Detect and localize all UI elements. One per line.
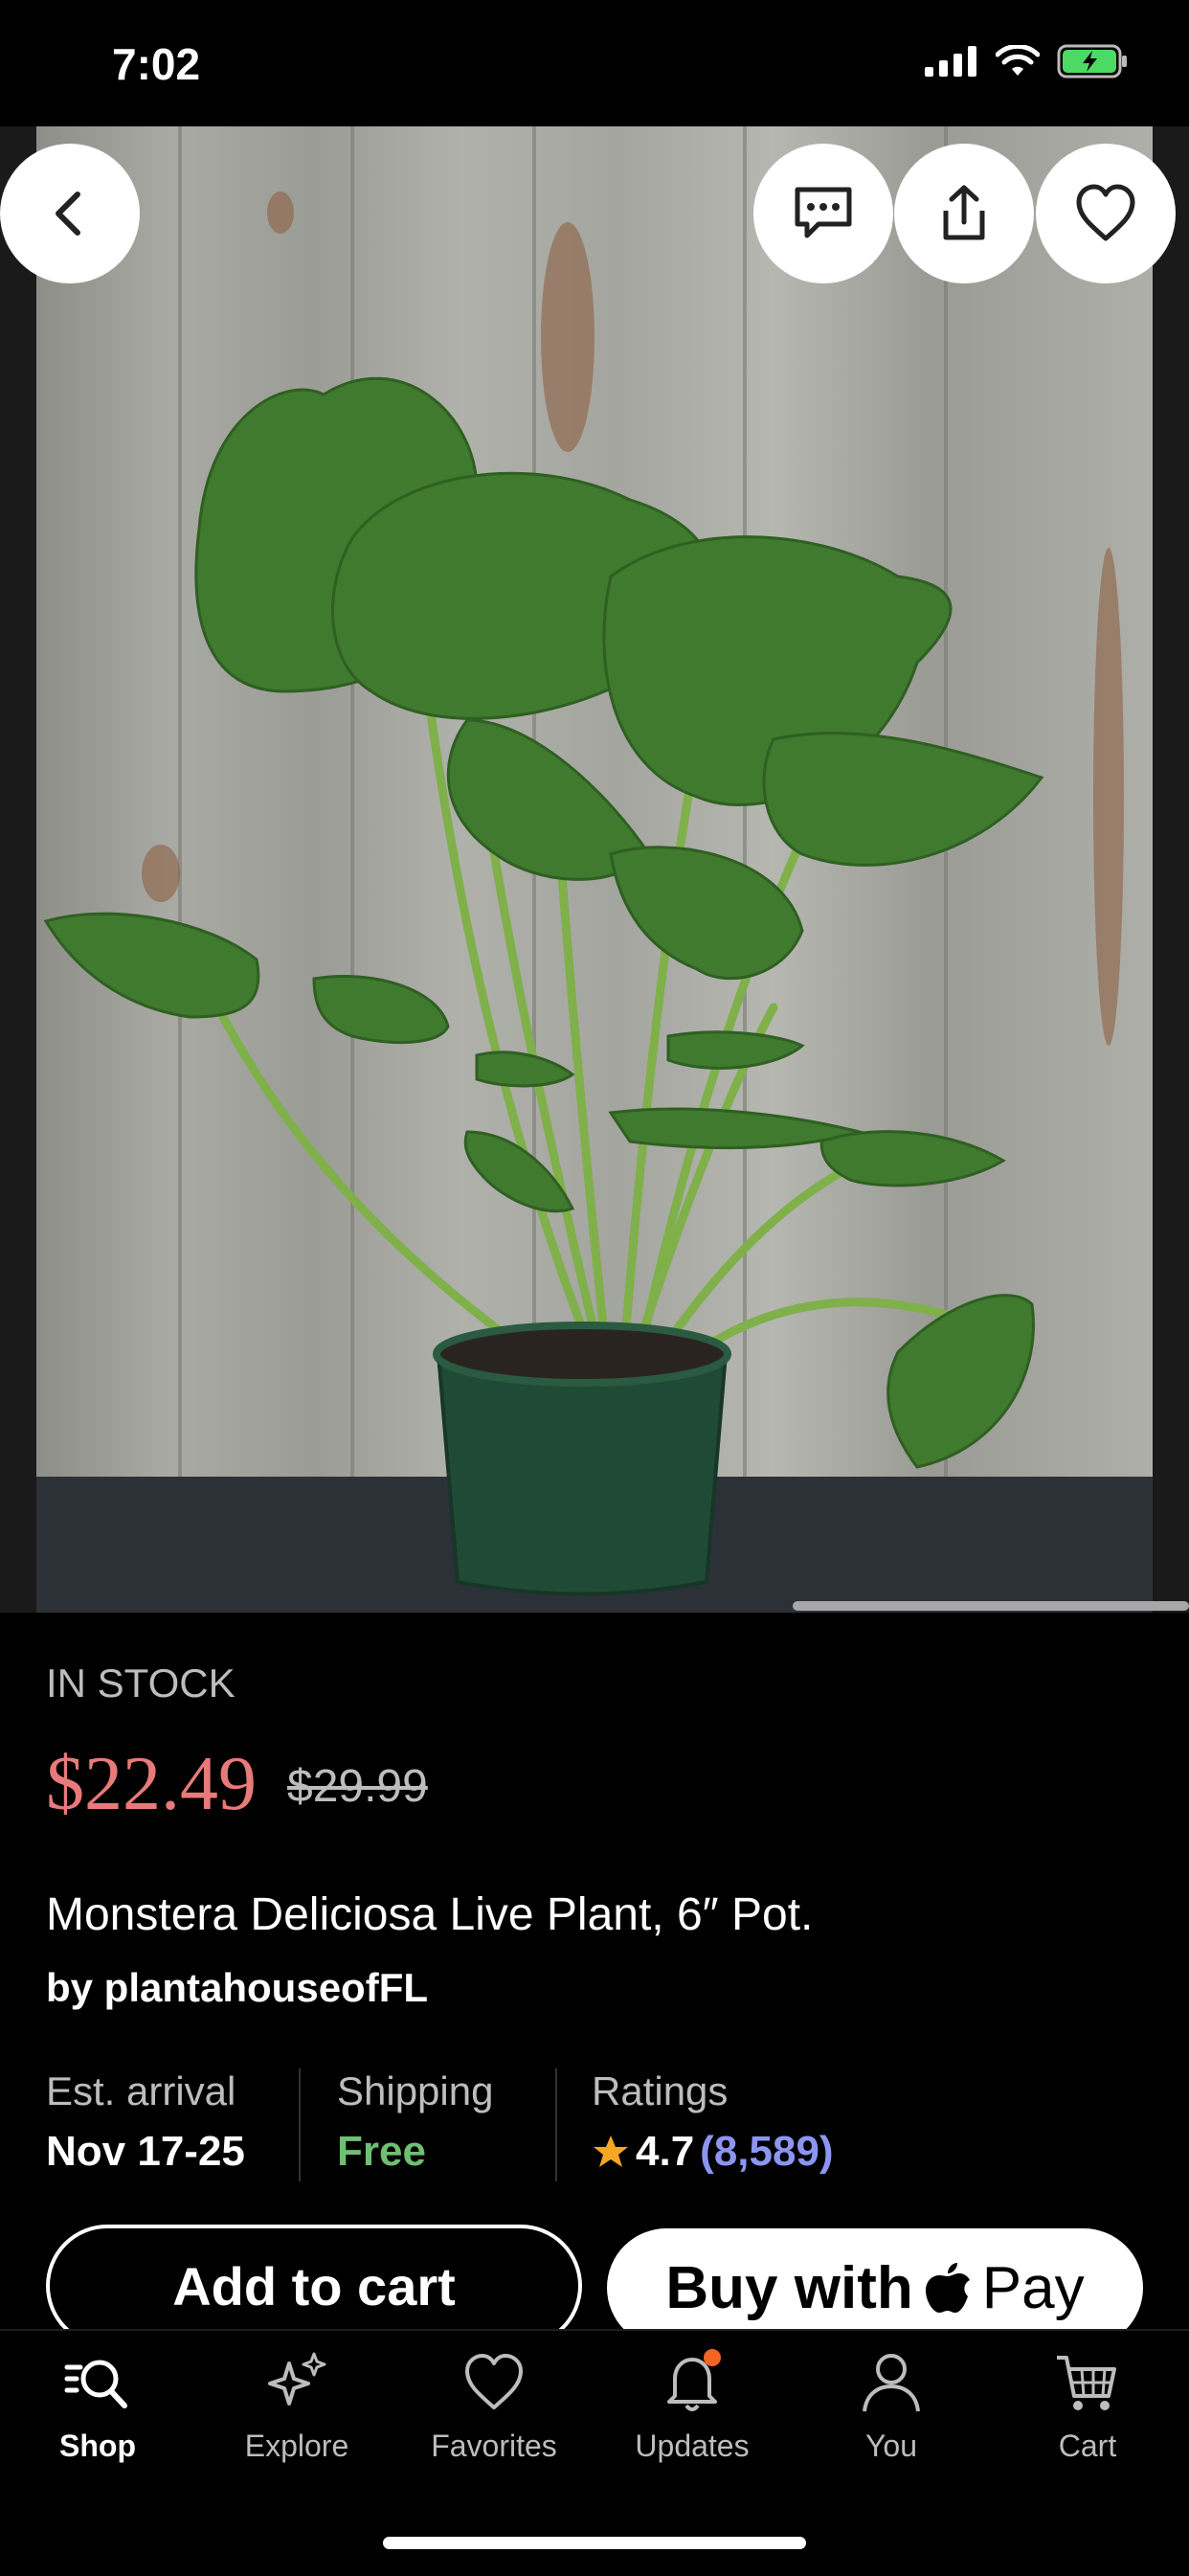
cart-icon (1057, 2356, 1116, 2410)
divider (299, 2068, 301, 2181)
tab-label: Favorites (431, 2429, 557, 2463)
image-gutter-left (0, 126, 36, 1613)
bell-icon (667, 2349, 721, 2411)
sparkle-icon (268, 2352, 326, 2406)
product-title: Monstera Deliciosa Live Plant, 6″ Pot. (46, 1889, 814, 1940)
tab-updates[interactable]: Updates (606, 2348, 778, 2464)
tab-label: You (865, 2429, 917, 2463)
apple-logo-icon (925, 2263, 970, 2313)
search-list-icon (64, 2360, 127, 2408)
home-indicator[interactable] (383, 2537, 806, 2549)
original-price: $29.99 (287, 1761, 428, 1812)
sale-price: $22.49 (46, 1742, 257, 1826)
tab-label: Explore (244, 2429, 349, 2463)
buy-with-label: Buy with (665, 2254, 913, 2321)
stock-status: IN STOCK (46, 1661, 236, 1706)
tab-explore[interactable]: Explore (211, 2348, 383, 2464)
ratings-value[interactable]: 4.7 (8,589) (592, 2128, 834, 2176)
notification-dot (704, 2349, 721, 2366)
rating-score: 4.7 (636, 2128, 695, 2175)
battery-charging-icon (1057, 44, 1127, 79)
tab-cart[interactable]: Cart (1001, 2348, 1174, 2464)
favorite-button[interactable] (1036, 144, 1176, 283)
status-time: 7:02 (112, 39, 201, 89)
message-button[interactable] (753, 144, 893, 283)
chevron-left-icon (56, 192, 80, 236)
seller-link[interactable]: by plantahouseofFL (46, 1965, 428, 2011)
star-icon (594, 2135, 628, 2167)
tab-favorites[interactable]: Favorites (408, 2348, 580, 2464)
image-scroll-indicator (793, 1601, 1189, 1611)
shipping-label: Shipping (337, 2068, 494, 2113)
plant-illustration (36, 126, 1153, 1613)
share-button[interactable] (894, 144, 1034, 283)
pay-label: Pay (981, 2254, 1085, 2321)
wifi-icon (996, 45, 1040, 76)
tab-label: Shop (59, 2429, 136, 2463)
arrival-label: Est. arrival (46, 2068, 236, 2113)
status-icons (925, 44, 1130, 79)
tab-shop[interactable]: Shop (11, 2348, 184, 2464)
back-button[interactable] (0, 144, 140, 283)
tab-label: Updates (635, 2429, 750, 2463)
tab-you[interactable]: You (805, 2348, 977, 2464)
person-icon (863, 2354, 920, 2412)
chat-bubble-icon (795, 187, 852, 238)
tab-label: Cart (1058, 2429, 1117, 2463)
product-image[interactable] (36, 126, 1153, 1613)
image-gutter-right (1153, 126, 1189, 1613)
signal-icon (925, 46, 976, 77)
shipping-value: Free (337, 2128, 426, 2175)
heart-icon (1076, 184, 1135, 241)
arrival-value: Nov 17-25 (46, 2128, 245, 2175)
divider (555, 2068, 557, 2181)
rating-count[interactable]: (8,589) (700, 2128, 833, 2176)
ratings-label: Ratings (592, 2068, 729, 2113)
share-icon (943, 185, 985, 240)
heart-icon (465, 2354, 523, 2409)
